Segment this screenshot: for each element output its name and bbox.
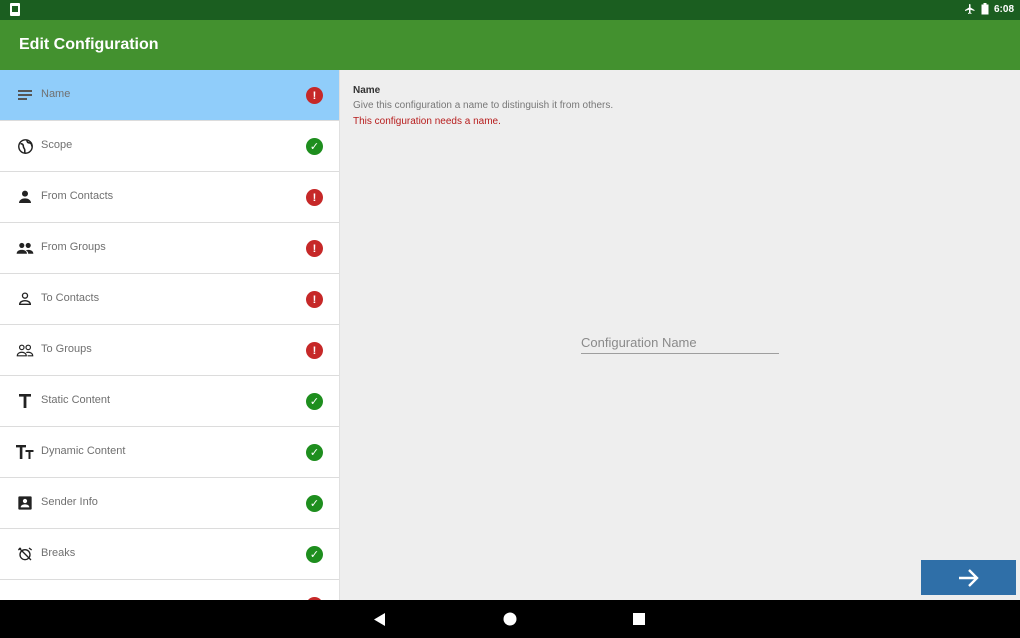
home-circle-icon [503, 612, 517, 626]
sidebar-item-static-content[interactable]: Static Content ✓ [0, 376, 339, 427]
sidebar-item-label: Sender Info [41, 496, 98, 508]
people-icon [16, 239, 34, 257]
error-icon: ! [306, 240, 323, 257]
sidebar-item-sender-info[interactable]: Sender Info ✓ [0, 478, 339, 529]
sidebar-item-label: To Contacts [41, 292, 100, 304]
sidebar-item-breaks[interactable]: Breaks ✓ [0, 529, 339, 580]
error-icon: ! [306, 189, 323, 206]
back-button[interactable] [360, 600, 400, 638]
sidebar-item-from-groups[interactable]: From Groups ! [0, 223, 339, 274]
contact-card-icon [16, 494, 34, 512]
sidebar-item-label: From Groups [41, 241, 106, 253]
sidebar-item-partial[interactable]: ! [0, 580, 339, 600]
check-icon: ✓ [306, 138, 323, 155]
back-triangle-icon [374, 612, 385, 626]
sidebar-item-label: Breaks [41, 547, 76, 559]
globe-icon [16, 137, 34, 155]
notification-icon [10, 3, 20, 16]
sidebar-item-label: Name [41, 88, 71, 100]
text-size-icon [16, 443, 34, 461]
app-bar: Edit Configuration [0, 20, 1020, 70]
sidebar-item-label: To Groups [41, 343, 92, 355]
sidebar-item-label: Scope [41, 139, 73, 151]
sidebar-item-label: Dynamic Content [41, 445, 126, 457]
recents-button[interactable] [619, 600, 659, 638]
error-icon: ! [306, 87, 323, 104]
section-description: Give this configuration a name to distin… [353, 100, 614, 111]
error-icon: ! [306, 342, 323, 359]
detail-panel: Name Give this configuration a name to d… [340, 70, 1020, 600]
home-button[interactable] [490, 600, 530, 638]
status-bar: 6:08 [0, 0, 1020, 20]
battery-icon [981, 3, 989, 15]
check-icon: ✓ [306, 393, 323, 410]
text-icon [16, 392, 34, 410]
recents-square-icon [633, 613, 645, 625]
sidebar-item-label: From Contacts [41, 190, 114, 202]
next-button[interactable] [921, 560, 1016, 595]
sidebar-item-scope[interactable]: Scope ✓ [0, 121, 339, 172]
page-title: Edit Configuration [19, 36, 159, 53]
sidebar-item-name[interactable]: Name ! [0, 70, 339, 121]
navigation-bar [0, 600, 1020, 638]
clock: 6:08 [993, 3, 1014, 15]
alarm-off-icon [16, 545, 34, 563]
person-outline-icon [16, 290, 34, 308]
check-icon: ✓ [306, 546, 323, 563]
section-heading: Name [353, 85, 381, 96]
check-icon: ✓ [306, 444, 323, 461]
sidebar-item-dynamic-content[interactable]: Dynamic Content ✓ [0, 427, 339, 478]
error-icon: ! [306, 291, 323, 308]
validation-error: This configuration needs a name. [353, 116, 501, 127]
arrow-forward-icon [958, 568, 979, 587]
sidebar-item-from-contacts[interactable]: From Contacts ! [0, 172, 339, 223]
configuration-name-input[interactable] [581, 332, 779, 354]
sidebar-item-to-groups[interactable]: To Groups ! [0, 325, 339, 376]
person-icon [16, 188, 34, 206]
check-icon: ✓ [306, 495, 323, 512]
sidebar: Name ! Scope ✓ From Contacts ! From Grou… [0, 70, 340, 600]
subject-icon [16, 86, 34, 104]
sidebar-item-label: Static Content [41, 394, 111, 406]
people-outline-icon [16, 341, 34, 359]
sidebar-item-to-contacts[interactable]: To Contacts ! [0, 274, 339, 325]
airplane-mode-icon [964, 4, 975, 14]
